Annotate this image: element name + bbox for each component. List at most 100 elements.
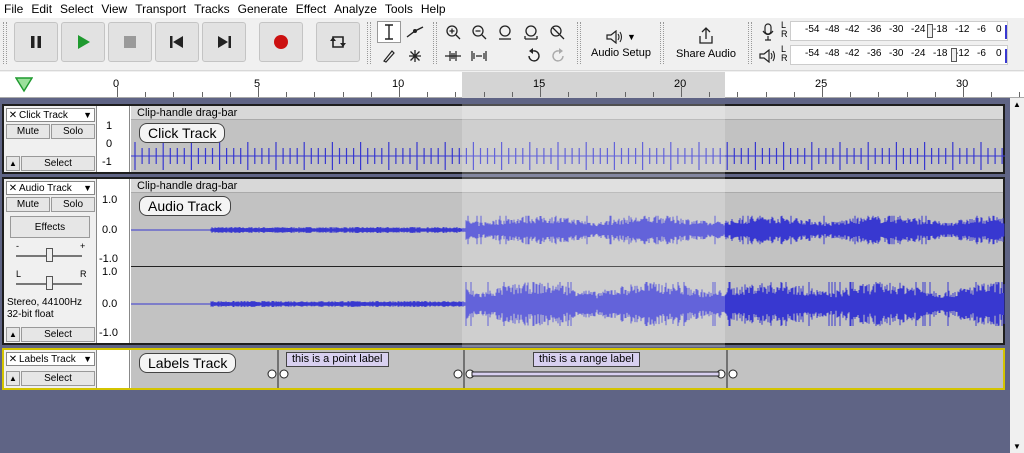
select-track-button[interactable]: Select xyxy=(21,327,95,342)
chevron-down-icon[interactable]: ▼ xyxy=(83,110,94,120)
stop-icon xyxy=(124,36,136,48)
menu-transport[interactable]: Transport xyxy=(135,2,186,16)
meter-slider-handle[interactable] xyxy=(951,48,957,62)
track-title-bar[interactable]: ✕ Audio Track ▼ xyxy=(6,181,95,195)
click-track[interactable]: ✕ Click Track ▼ Mute Solo ▲ Select 1 0 -… xyxy=(2,104,1005,174)
scroll-down-icon[interactable]: ▼ xyxy=(1013,442,1021,451)
close-icon[interactable]: ✕ xyxy=(7,354,19,365)
menu-select[interactable]: Select xyxy=(60,2,93,16)
selection-tool-button[interactable] xyxy=(377,21,401,43)
close-icon[interactable]: ✕ xyxy=(7,110,19,121)
ruler-label: 10 xyxy=(392,78,405,90)
track-title-bar[interactable]: ✕ Labels Track ▼ xyxy=(6,352,95,366)
playback-meter-button[interactable] xyxy=(756,45,780,67)
point-label[interactable]: this is a point label xyxy=(286,352,389,367)
zoom-in-button[interactable] xyxy=(441,21,465,43)
effects-button[interactable]: Effects xyxy=(10,216,90,238)
clip-name-label[interactable]: Audio Track xyxy=(139,196,231,216)
toolbar-grip[interactable] xyxy=(433,22,437,64)
timeline-ruler[interactable]: 0 5 10 15 20 25 30 xyxy=(0,72,1024,98)
meter-slider-handle[interactable] xyxy=(927,24,933,38)
toolbar-grip[interactable] xyxy=(3,22,7,64)
track-area[interactable]: ✕ Click Track ▼ Mute Solo ▲ Select 1 0 -… xyxy=(0,98,1010,453)
click-waveform xyxy=(131,142,1005,170)
loop-button[interactable] xyxy=(316,22,360,62)
chevron-down-icon[interactable]: ▼ xyxy=(83,183,94,193)
label-area[interactable]: Labels Track this is a point label this … xyxy=(131,350,1003,388)
share-audio-label: Share Audio xyxy=(676,47,736,60)
record-meter[interactable]: -54 -48 -42 -36 -30 -24 -18 -12 -6 0 xyxy=(790,21,1008,41)
multi-tool-button[interactable] xyxy=(403,45,427,67)
clip-handle-bar[interactable]: Clip-handle drag-bar xyxy=(131,106,1003,120)
record-button[interactable] xyxy=(259,22,303,62)
silence-icon xyxy=(471,51,487,61)
audio-track[interactable]: ✕ Audio Track ▼ Mute Solo Effects - + L … xyxy=(2,177,1005,345)
menu-tools[interactable]: Tools xyxy=(385,2,413,16)
share-audio-button[interactable]: Share Audio xyxy=(670,22,742,64)
ruler-tick xyxy=(652,92,654,97)
vertical-scrollbar[interactable]: ▲ ▼ xyxy=(1010,98,1024,453)
mute-button[interactable]: Mute xyxy=(6,124,50,139)
collapse-icon[interactable]: ▲ xyxy=(6,371,20,386)
fit-selection-button[interactable] xyxy=(493,21,517,43)
menu-tracks[interactable]: Tracks xyxy=(194,2,230,16)
gain-slider-handle[interactable] xyxy=(46,248,53,262)
pencil-icon xyxy=(383,50,395,63)
audio-setup-button[interactable]: ▼ Audio Setup xyxy=(586,22,656,64)
mute-button[interactable]: Mute xyxy=(6,197,50,212)
toolbar-grip[interactable] xyxy=(660,22,664,64)
clip-handle-bar[interactable]: Clip-handle drag-bar xyxy=(131,179,1003,193)
vertical-ruler: 1 0 -1 xyxy=(98,106,130,172)
toolbar-grip[interactable] xyxy=(748,22,752,64)
menu-view[interactable]: View xyxy=(101,2,127,16)
close-icon[interactable]: ✕ xyxy=(7,183,19,194)
skip-to-end-button[interactable] xyxy=(202,22,246,62)
skip-to-start-button[interactable] xyxy=(155,22,199,62)
labels-track[interactable]: ✕ Labels Track ▼ ▲ Select Labels Track t… xyxy=(2,348,1005,390)
zoom-selection-icon xyxy=(499,25,511,40)
meter-peak-indicator xyxy=(1005,49,1007,63)
playback-meter[interactable]: -54 -48 -42 -36 -30 -24 -18 -12 -6 0 xyxy=(790,45,1008,65)
menu-help[interactable]: Help xyxy=(421,2,446,16)
trim-audio-button[interactable] xyxy=(441,45,465,67)
envelope-tool-button[interactable] xyxy=(403,21,427,43)
menu-generate[interactable]: Generate xyxy=(238,2,288,16)
range-label[interactable]: this is a range label xyxy=(533,352,640,367)
record-meter-button[interactable] xyxy=(756,21,780,43)
solo-button[interactable]: Solo xyxy=(51,124,95,139)
pan-slider-handle[interactable] xyxy=(46,276,53,290)
stop-button[interactable] xyxy=(108,22,152,62)
draw-tool-button[interactable] xyxy=(377,45,401,67)
collapse-icon[interactable]: ▲ xyxy=(6,156,20,171)
zoom-out-button[interactable] xyxy=(467,21,491,43)
play-head-icon[interactable] xyxy=(15,77,33,93)
silence-audio-button[interactable] xyxy=(467,45,491,67)
zoom-toggle-icon xyxy=(550,25,565,40)
menu-effect[interactable]: Effect xyxy=(296,2,326,16)
menu-edit[interactable]: Edit xyxy=(31,2,52,16)
solo-button[interactable]: Solo xyxy=(51,197,95,212)
menu-analyze[interactable]: Analyze xyxy=(334,2,377,16)
clip-name-label[interactable]: Click Track xyxy=(139,123,226,143)
undo-button[interactable] xyxy=(521,45,545,67)
pause-button[interactable] xyxy=(14,22,58,62)
collapse-icon[interactable]: ▲ xyxy=(6,327,20,342)
redo-button[interactable] xyxy=(547,45,571,67)
vertical-ruler xyxy=(98,350,130,388)
track-control-panel: ✕ Click Track ▼ Mute Solo ▲ Select xyxy=(4,106,97,172)
select-track-button[interactable]: Select xyxy=(21,156,95,171)
fit-project-button[interactable] xyxy=(519,21,543,43)
play-button[interactable] xyxy=(61,22,105,62)
audio-clip[interactable]: Clip-handle drag-bar Audio Track xyxy=(131,179,1005,343)
track-title-bar[interactable]: ✕ Click Track ▼ xyxy=(6,108,95,122)
record-meter-channels: LR xyxy=(781,20,788,39)
audio-clip[interactable]: Clip-handle drag-bar Click Track xyxy=(131,106,1005,172)
select-track-button[interactable]: Select xyxy=(21,371,95,386)
vertical-ruler: 1.0 0.0 -1.0 1.0 0.0 -1.0 xyxy=(98,179,130,343)
scroll-up-icon[interactable]: ▲ xyxy=(1013,100,1021,109)
toolbar-grip[interactable] xyxy=(367,22,371,64)
menu-file[interactable]: File xyxy=(4,2,23,16)
zoom-toggle-button[interactable] xyxy=(545,21,569,43)
toolbar-grip[interactable] xyxy=(577,22,581,64)
chevron-down-icon[interactable]: ▼ xyxy=(83,354,94,364)
